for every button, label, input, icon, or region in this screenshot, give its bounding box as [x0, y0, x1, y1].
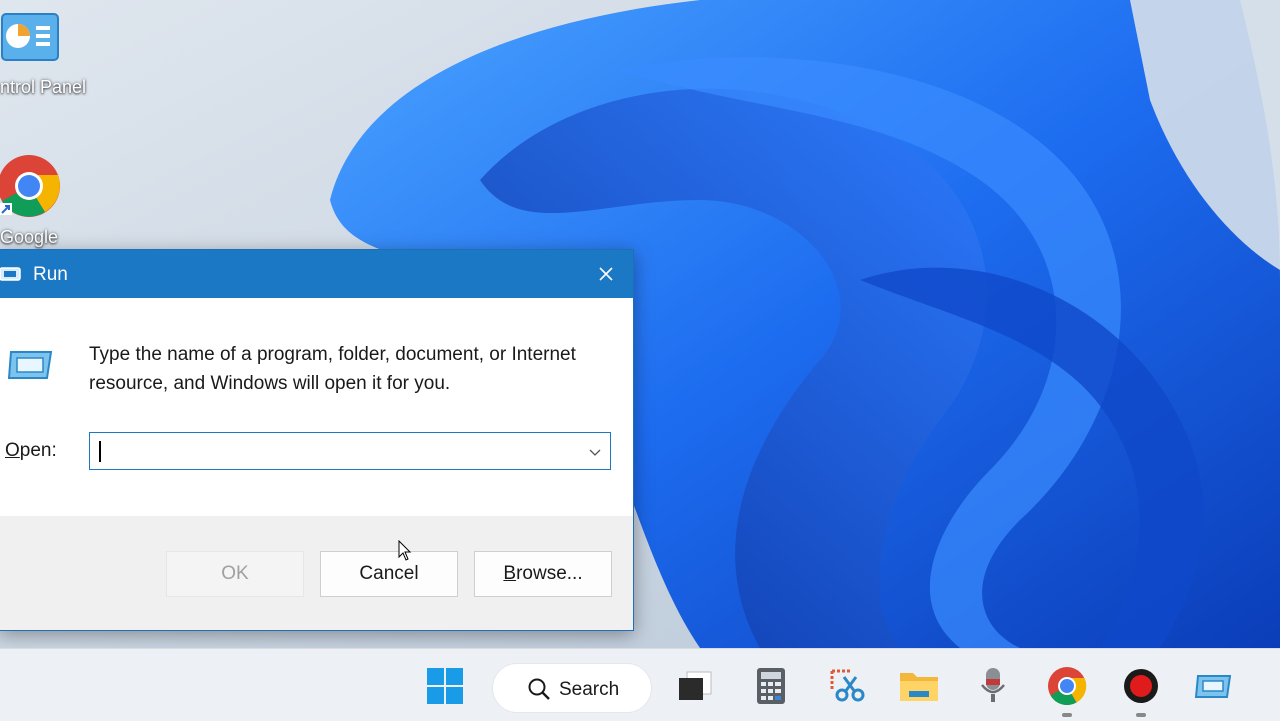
- chrome-taskbar-button[interactable]: [1046, 665, 1088, 707]
- task-view-button[interactable]: [674, 665, 716, 707]
- record-icon: [1124, 669, 1158, 703]
- text-caret: [99, 441, 101, 462]
- microphone-button[interactable]: [972, 665, 1014, 707]
- run-taskbar-button[interactable]: [1192, 665, 1234, 707]
- run-description: Type the name of a program, folder, docu…: [89, 344, 576, 394]
- search-label: Search: [559, 679, 620, 700]
- run-dialog: Run Type the name of a program, folder, …: [0, 249, 634, 631]
- start-icon: [427, 668, 463, 704]
- chevron-down-icon[interactable]: [588, 445, 602, 459]
- task-view-icon: [679, 671, 712, 700]
- ok-button[interactable]: OK: [166, 551, 304, 597]
- taskbar: Search: [0, 648, 1280, 721]
- run-icon: [0, 267, 21, 281]
- run-dialog-body: Type the name of a program, folder, docu…: [0, 298, 633, 516]
- control-panel-icon: [1, 13, 59, 61]
- snipping-tool-button[interactable]: [826, 665, 868, 707]
- close-icon: [599, 267, 613, 281]
- run-program-icon: [7, 351, 53, 379]
- running-indicator: [1136, 713, 1146, 717]
- open-label: Open:: [5, 440, 57, 462]
- browse-label-rest: rowse...: [516, 563, 583, 584]
- chrome-icon: [0, 155, 60, 217]
- desktop-icon-label: ntrol Panel: [0, 77, 87, 97]
- run-dialog-titlebar[interactable]: Run: [0, 250, 633, 298]
- running-indicator: [1062, 713, 1072, 717]
- open-label-text: pen:: [19, 440, 57, 461]
- cancel-button[interactable]: Cancel: [320, 551, 458, 597]
- browse-accesskey: B: [503, 563, 517, 584]
- open-combobox[interactable]: [89, 432, 611, 470]
- chrome-icon: [1048, 667, 1087, 706]
- taskbar-search[interactable]: Search: [492, 663, 652, 713]
- file-explorer-icon: [900, 673, 938, 701]
- start-button[interactable]: [424, 665, 466, 707]
- search-icon: [528, 678, 550, 700]
- browse-button[interactable]: Browse...: [474, 551, 612, 597]
- run-dialog-footer: OK Cancel Browse...: [0, 516, 633, 630]
- run-dialog-title: Run: [33, 264, 68, 285]
- desktop-icon-google-chrome[interactable]: Google: [0, 148, 90, 248]
- desktop-icon-control-panel[interactable]: ntrol Panel: [0, 8, 90, 100]
- close-button[interactable]: [579, 250, 633, 298]
- calculator-icon: [757, 668, 785, 704]
- open-label-accesskey: O: [5, 440, 20, 461]
- snipping-tool-icon: [830, 669, 865, 702]
- run-icon: [1194, 675, 1232, 698]
- recorder-button[interactable]: [1120, 665, 1162, 707]
- desktop-icon-label: Google: [0, 227, 59, 247]
- microphone-icon: [981, 668, 1005, 702]
- mouse-cursor-icon: [398, 540, 412, 561]
- calculator-button[interactable]: [750, 665, 792, 707]
- file-explorer-button[interactable]: [898, 665, 940, 707]
